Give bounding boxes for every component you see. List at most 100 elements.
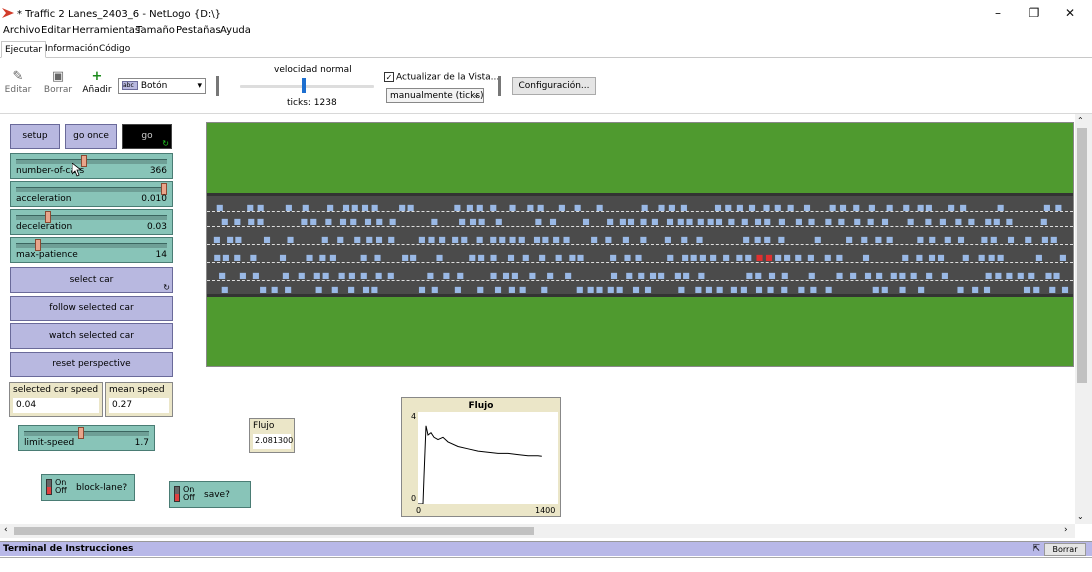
car: ■ xyxy=(777,235,786,244)
car: ■ xyxy=(956,285,965,294)
car: ■ xyxy=(546,271,554,280)
car: ■ xyxy=(1049,235,1058,244)
car: ■ xyxy=(740,217,749,226)
car: ■ xyxy=(694,285,703,294)
acceleration-slider[interactable]: acceleration 0.010 xyxy=(10,181,173,207)
add-button[interactable]: + Añadir xyxy=(82,70,112,96)
car: ■ xyxy=(627,217,635,226)
scroll-left-icon[interactable]: ‹ xyxy=(4,525,8,535)
car: ■ xyxy=(477,217,486,226)
car: ■ xyxy=(1016,271,1025,280)
car: ■ xyxy=(475,203,484,212)
max-patience-slider[interactable]: max-patience 14 xyxy=(10,237,173,263)
netlogo-logo-icon xyxy=(2,8,14,18)
car: ■ xyxy=(540,285,548,294)
car: ■ xyxy=(803,203,811,212)
car: ■ xyxy=(314,285,323,294)
command-center-header: Terminal de Instrucciones ⇱ Borrar xyxy=(0,541,1092,556)
restore-icon[interactable]: ❐ xyxy=(1024,6,1044,20)
scroll-right-icon[interactable]: › xyxy=(1064,525,1068,535)
block-lane-switch[interactable]: On Off block-lane? xyxy=(41,474,135,501)
scroll-down-icon[interactable]: ⌄ xyxy=(1077,512,1084,521)
car: ■ xyxy=(521,253,530,262)
car: ■ xyxy=(1005,271,1014,280)
speed-slider[interactable] xyxy=(240,85,374,88)
go-once-button[interactable]: go once xyxy=(65,124,117,149)
menu-pestanas[interactable]: Pestañas xyxy=(176,25,221,36)
car: ■ xyxy=(507,253,515,262)
car: ■ xyxy=(689,253,698,262)
widget-type-dropdown[interactable]: abc Botón ▾ xyxy=(118,78,206,94)
car: ■ xyxy=(252,271,260,280)
menu-archivo[interactable]: Archivo xyxy=(3,25,40,36)
chevron-down-icon: ⌄ xyxy=(472,90,480,100)
setup-button[interactable]: setup xyxy=(10,124,60,149)
tab-ejecutar[interactable]: Ejecutar xyxy=(1,41,47,58)
speed-label: velocidad normal xyxy=(274,65,352,75)
car: ■ xyxy=(984,271,993,280)
car: ■ xyxy=(453,203,462,212)
mouse-cursor-icon xyxy=(72,163,82,177)
expand-icon[interactable]: ⇱ xyxy=(1032,544,1040,554)
clear-terminal-button[interactable]: Borrar xyxy=(1044,543,1086,556)
car: ■ xyxy=(681,253,689,262)
edit-button[interactable]: ✎ Editar xyxy=(3,70,33,96)
deceleration-slider[interactable]: deceleration 0.03 xyxy=(10,209,173,235)
car: ■ xyxy=(677,285,685,294)
minimize-icon[interactable]: – xyxy=(988,6,1008,20)
vertical-scrollbar-thumb[interactable] xyxy=(1077,128,1087,383)
car: ■ xyxy=(213,253,221,262)
car: ■ xyxy=(961,253,970,262)
command-input[interactable] xyxy=(0,557,1092,572)
menu-tamano[interactable]: Tamaño xyxy=(136,25,175,36)
car: ■ xyxy=(430,217,439,226)
car: ■ xyxy=(575,285,584,294)
menu-herramientas[interactable]: Herramientas xyxy=(72,25,140,36)
car: ■ xyxy=(924,217,933,226)
number-of-cars-slider[interactable]: number-of-cars 366 xyxy=(10,153,173,179)
car: ■ xyxy=(875,271,883,280)
car: ■ xyxy=(697,271,706,280)
select-car-button[interactable]: select car ↻ xyxy=(10,267,173,293)
speed-slider-thumb[interactable] xyxy=(302,78,306,93)
car: ■ xyxy=(234,235,243,244)
car: ■ xyxy=(868,203,876,212)
tab-informacion[interactable]: Información xyxy=(42,41,102,58)
go-button[interactable]: go ↻ xyxy=(122,124,172,149)
world-view[interactable]: ■ ■ ■ ■ ■ ■ ■ ■ ■ ■ ■ ■ ■ ■ ■ ■ ■ ■ ■ ■ ■ ■ ■ ■ ■ ■ ■ ■ ■ ■ ■ ■ ■ ■ ■ ■ ■ ■ ■ ■… xyxy=(206,122,1074,367)
update-view-checkbox[interactable]: ✓ Actualizar de la Vista... xyxy=(384,72,499,83)
tab-codigo[interactable]: Código xyxy=(96,41,133,58)
delete-button[interactable]: ▣ Borrar xyxy=(43,70,73,96)
close-icon[interactable]: ✕ xyxy=(1060,6,1080,20)
car: ■ xyxy=(916,235,925,244)
car: ■ xyxy=(649,271,657,280)
limit-speed-slider[interactable]: limit-speed 1.7 xyxy=(18,425,155,451)
reset-perspective-button[interactable]: reset perspective xyxy=(10,352,173,377)
follow-selected-car-button[interactable]: follow selected car xyxy=(10,296,173,321)
plot-title: Flujo xyxy=(468,401,494,411)
menu-editar[interactable]: Editar xyxy=(41,25,71,36)
car: ■ xyxy=(715,217,723,226)
car: ■ xyxy=(286,235,295,244)
slider-thumb[interactable] xyxy=(77,427,84,439)
car: ■ xyxy=(881,217,889,226)
scroll-up-icon[interactable]: ⌃ xyxy=(1077,116,1084,125)
car: ■ xyxy=(477,253,485,262)
car: ■ xyxy=(807,271,816,280)
car: ■ xyxy=(971,285,979,294)
car: ■ xyxy=(213,235,221,244)
horizontal-scrollbar-thumb[interactable] xyxy=(14,527,534,535)
car: ■ xyxy=(916,203,925,212)
save-switch[interactable]: On Off save? xyxy=(169,481,251,508)
menu-ayuda[interactable]: Ayuda xyxy=(220,25,251,36)
car: ■ xyxy=(639,235,648,244)
car: ■ xyxy=(305,253,314,262)
car: ■ xyxy=(538,253,546,262)
watch-selected-car-button[interactable]: watch selected car xyxy=(10,323,173,349)
x-tick-max: 1400 xyxy=(535,506,556,515)
update-mode-dropdown[interactable]: manualmente (ticks) ⌄ xyxy=(386,88,484,103)
car: ■ xyxy=(862,253,870,262)
car: ■ xyxy=(270,285,279,294)
car: ■ xyxy=(604,235,613,244)
settings-button[interactable]: Configuración... xyxy=(512,77,596,95)
